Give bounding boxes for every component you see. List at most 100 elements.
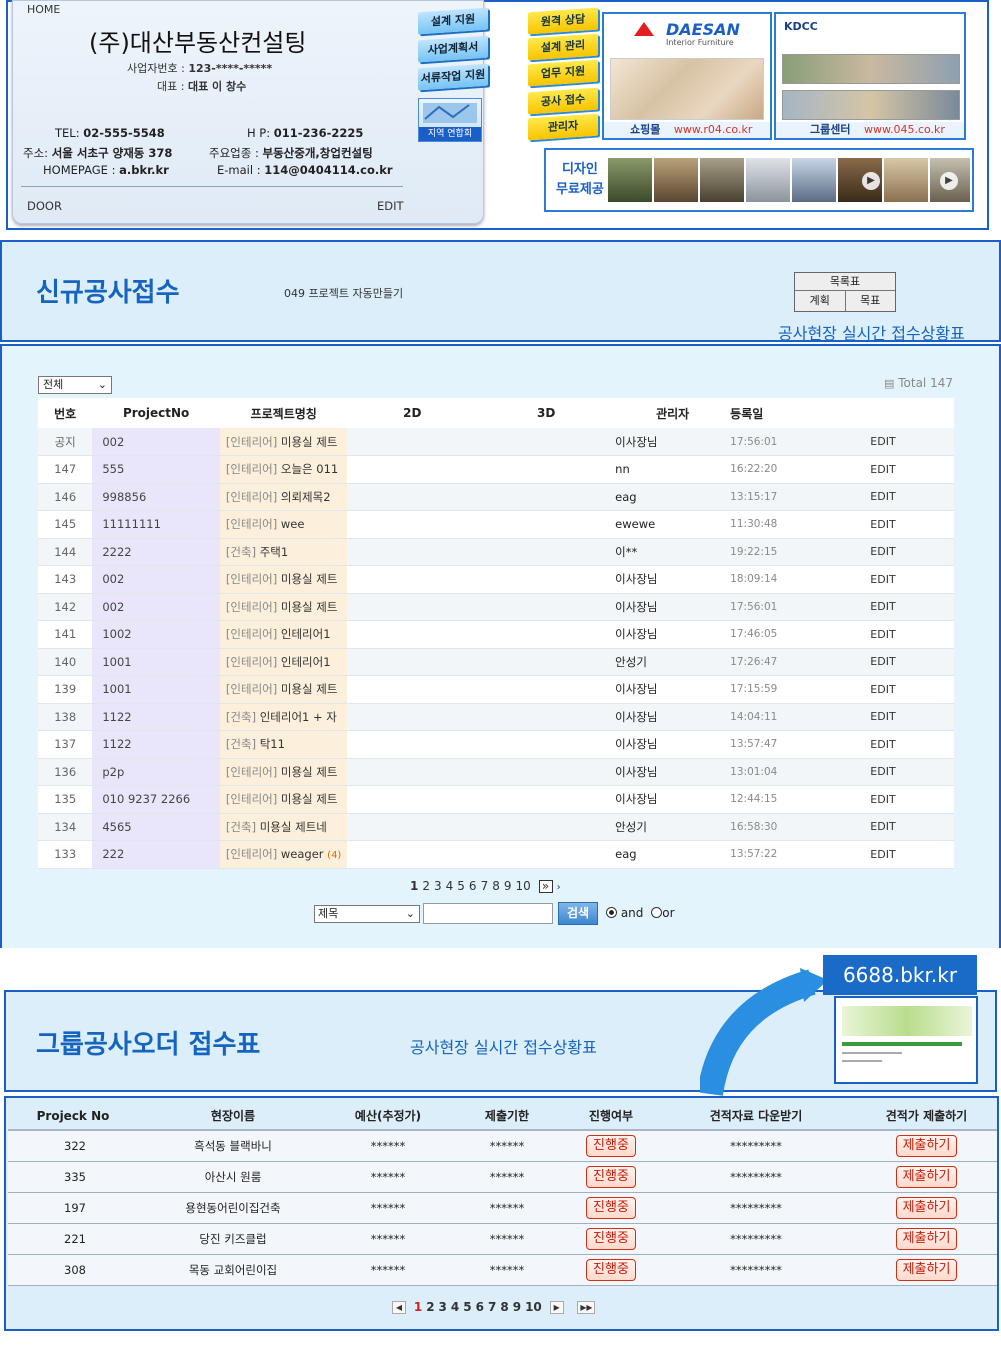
row-title[interactable]: [건축] 미용실 제트네 — [219, 813, 348, 841]
menu-plan-button[interactable]: 계획 — [795, 291, 846, 311]
submit-button[interactable]: 제출하기 — [895, 1258, 958, 1281]
table-row[interactable]: 141 1002 [인테리어] 인테리어1 이사장님 17:46:05 EDIT — [38, 620, 954, 649]
row-title[interactable]: [인테리어] 오늘은 011 — [219, 455, 348, 484]
grp-page-2[interactable]: 2 — [426, 1300, 434, 1314]
row-edit-link[interactable]: EDIT — [870, 840, 954, 869]
row-title[interactable]: [인테리어] wee — [219, 510, 348, 539]
row-title[interactable]: [인테리어] 의뢰제목2 — [219, 483, 348, 511]
col-due[interactable]: 제출기한 — [448, 1102, 566, 1131]
table-row[interactable]: 135 010 9237 2266 [인테리어] 미용실 제트 이사장님 12:… — [38, 785, 954, 814]
col-projectno[interactable]: ProjectNo — [92, 398, 220, 428]
homepage-value[interactable]: a.bkr.kr — [119, 163, 169, 177]
row-edit-link[interactable]: EDIT — [870, 648, 954, 676]
row-edit-link[interactable]: EDIT — [870, 730, 954, 759]
row-title[interactable]: [인테리어] 미용실 제트 — [219, 593, 348, 621]
search-input[interactable] — [423, 903, 553, 924]
row-edit-link[interactable]: EDIT — [870, 593, 954, 621]
page-9[interactable]: 9 — [504, 879, 512, 893]
col-date[interactable]: 등록일 — [730, 398, 871, 428]
daesan-panel[interactable]: DAESAN Interior Furniture 쇼핑몰 www.r04.co… — [602, 12, 772, 140]
table-row[interactable]: 139 1001 [인테리어] 미용실 제트 이사장님 17:15:59 EDI… — [38, 675, 954, 704]
row-edit-link[interactable]: EDIT — [870, 428, 954, 456]
region-banner[interactable]: 지역 연합회 — [418, 98, 482, 142]
grp-page-7[interactable]: 7 — [488, 1300, 496, 1314]
row-edit-link[interactable]: EDIT — [870, 455, 954, 484]
design-thumb-5[interactable] — [792, 158, 836, 202]
page-3[interactable]: 3 — [434, 879, 442, 893]
col-submit[interactable]: 견적가 제출하기 — [856, 1102, 997, 1131]
row-edit-link[interactable]: EDIT — [870, 510, 954, 539]
design-free-panel[interactable]: 디자인 무료제공 ▶ ▶ — [544, 148, 974, 212]
site-preview[interactable] — [834, 996, 978, 1084]
page-10[interactable]: 10 — [515, 879, 530, 893]
next-page-icon[interactable]: ▸ — [549, 1301, 564, 1314]
row-title[interactable]: [인테리어] 미용실 제트 — [219, 785, 348, 814]
col-name[interactable]: 프로젝트명칭 — [219, 398, 348, 428]
grp-page-3[interactable]: 3 — [439, 1300, 447, 1314]
col-2d[interactable]: 2D — [347, 398, 478, 428]
last-page-icon[interactable]: ▸▸ — [577, 1301, 596, 1314]
grp-page-10[interactable]: 10 — [525, 1300, 542, 1314]
last-page-icon[interactable]: › — [557, 882, 561, 893]
daesan-url[interactable]: www.r04.co.kr — [674, 123, 752, 136]
grp-site-name[interactable]: 용현동어린이집건축 — [138, 1192, 328, 1224]
status-badge[interactable]: 진행중 — [586, 1165, 636, 1188]
status-badge[interactable]: 진행중 — [586, 1196, 636, 1219]
email-value[interactable]: 114@0404114.co.kr — [264, 163, 392, 177]
table-row[interactable]: 137 1122 [건축] 탁11 이사장님 13:57:47 EDIT — [38, 730, 954, 759]
prev-page-icon[interactable]: ◂ — [392, 1301, 406, 1314]
row-edit-link[interactable]: EDIT — [870, 483, 954, 511]
table-row[interactable]: 147 555 [인테리어] 오늘은 011 nn 16:22:20 EDIT — [38, 455, 954, 484]
row-title[interactable]: [건축] 인테리어1 + 자 — [219, 703, 348, 731]
table-row[interactable]: 142 002 [인테리어] 미용실 제트 이사장님 17:56:01 EDIT — [38, 593, 954, 621]
row-title[interactable]: [인테리어] weager (4) — [219, 840, 348, 869]
row-title[interactable]: [건축] 탁11 — [219, 730, 348, 759]
row-title[interactable]: [인테리어] 인테리어1 — [219, 648, 348, 676]
grp-page-9[interactable]: 9 — [513, 1300, 521, 1314]
home-link[interactable]: HOME — [27, 3, 60, 16]
row-title[interactable]: [인테리어] 미용실 제트 — [219, 428, 348, 456]
row-title[interactable]: [인테리어] 미용실 제트 — [219, 758, 348, 786]
col-status[interactable]: 진행여부 — [566, 1102, 656, 1131]
col-site-name[interactable]: 현장이름 — [138, 1102, 328, 1131]
table-row[interactable]: 140 1001 [인테리어] 인테리어1 안성기 17:26:47 EDIT — [38, 648, 954, 676]
grp-site-name[interactable]: 목동 교회어린이집 — [138, 1254, 328, 1286]
row-edit-link[interactable]: EDIT — [870, 703, 954, 731]
search-field-select[interactable]: 제목 ⌄ — [314, 905, 420, 923]
design-thumb-4[interactable] — [746, 158, 790, 202]
search-button[interactable]: 검색 — [558, 902, 598, 925]
page-6[interactable]: 6 — [469, 879, 477, 893]
row-edit-link[interactable]: EDIT — [870, 785, 954, 814]
table-row[interactable]: 133 222 [인테리어] weager (4) eag 13:57:22 E… — [38, 840, 954, 869]
table-row[interactable]: 144 2222 [건축] 주택1 이** 19:22:15 EDIT — [38, 538, 954, 566]
submit-button[interactable]: 제출하기 — [895, 1165, 958, 1188]
row-title[interactable]: [인테리어] 미용실 제트 — [219, 565, 348, 594]
design-thumb-7[interactable] — [884, 158, 928, 202]
row-edit-link[interactable]: EDIT — [870, 538, 954, 566]
page-7[interactable]: 7 — [481, 879, 489, 893]
col-3d[interactable]: 3D — [477, 398, 616, 428]
grp-download[interactable]: ********* — [656, 1161, 856, 1193]
grp-page-8[interactable]: 8 — [500, 1300, 508, 1314]
table-row[interactable]: 134 4565 [건축] 미용실 제트네 안성기 16:58:30 EDIT — [38, 813, 954, 841]
row-edit-link[interactable]: EDIT — [870, 565, 954, 594]
grp-download[interactable]: ********* — [656, 1192, 856, 1224]
status-badge[interactable]: 진행중 — [586, 1227, 636, 1250]
row-title[interactable]: [인테리어] 인테리어1 — [219, 620, 348, 649]
col-no[interactable]: 번호 — [38, 398, 93, 428]
row-edit-link[interactable]: EDIT — [870, 620, 954, 649]
page-4[interactable]: 4 — [446, 879, 454, 893]
menu-list-button[interactable]: 목록표 — [795, 273, 895, 291]
col-project-no[interactable]: Projeck No — [8, 1102, 138, 1131]
page-2[interactable]: 2 — [422, 879, 430, 893]
row-title[interactable]: [인테리어] 미용실 제트 — [219, 675, 348, 704]
col-manager[interactable]: 관리자 — [615, 398, 731, 428]
design-thumb-3[interactable] — [700, 158, 744, 202]
submit-button[interactable]: 제출하기 — [895, 1134, 958, 1157]
site-badge[interactable]: 6688.bkr.kr — [823, 955, 977, 995]
design-thumb-1[interactable] — [608, 158, 652, 202]
table-row[interactable]: 공지 002 [인테리어] 미용실 제트 이사장님 17:56:01 EDIT — [38, 428, 954, 456]
table-row[interactable]: 146 998856 [인테리어] 의뢰제목2 eag 13:15:17 EDI… — [38, 483, 954, 511]
next-page-icon[interactable]: » — [538, 880, 553, 893]
menu-goal-button[interactable]: 목표 — [846, 291, 896, 311]
